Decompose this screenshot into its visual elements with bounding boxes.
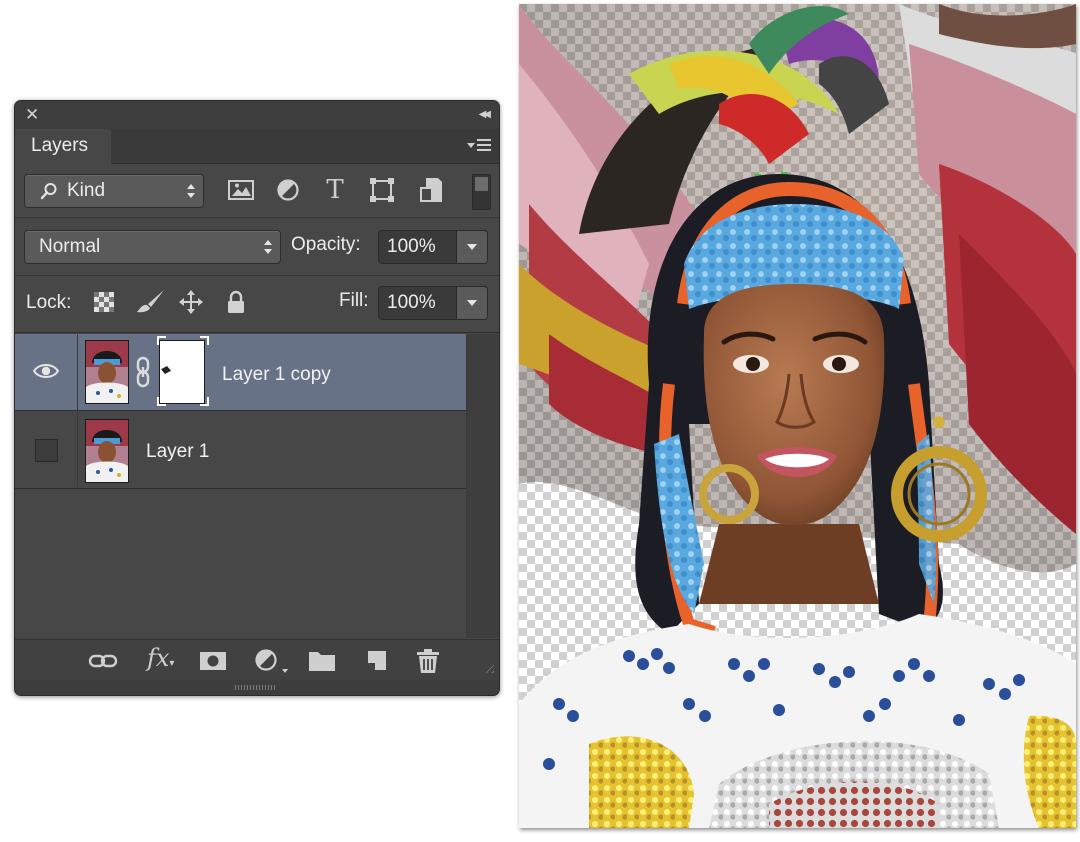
layer-list-scrollbar[interactable]: [466, 334, 499, 638]
link-layers-icon[interactable]: [88, 648, 118, 674]
panel-titlebar: ✕ ◀◀: [15, 101, 499, 129]
layers-panel: ✕ ◀◀ Layers Kind T Normal Opacity: 100% …: [14, 100, 500, 696]
opacity-input[interactable]: 100%: [378, 230, 457, 264]
fx-icon[interactable]: fx▾: [147, 644, 174, 672]
panel-tab-row: Layers: [15, 129, 499, 164]
panel-bottom-grip[interactable]: [15, 680, 499, 695]
type-filter-icon[interactable]: T: [320, 175, 350, 205]
image-filter-icon[interactable]: [226, 175, 256, 205]
lock-position-icon[interactable]: [178, 289, 204, 315]
panel-menu-icon[interactable]: [467, 137, 491, 155]
updown-arrows-icon: [264, 240, 272, 254]
lock-all-icon[interactable]: [223, 289, 249, 315]
portrait-photo: [519, 4, 1076, 828]
mask-link-icon[interactable]: [134, 356, 152, 388]
collapse-icon[interactable]: ◀◀: [479, 106, 492, 124]
fill-input[interactable]: 100%: [378, 286, 457, 320]
divider: [15, 217, 499, 218]
opacity-slider-button[interactable]: [456, 230, 488, 264]
close-icon[interactable]: ✕: [25, 105, 39, 125]
adjustment-filter-icon[interactable]: [273, 175, 303, 205]
eye-icon[interactable]: [32, 361, 60, 381]
lock-label: Lock:: [26, 292, 72, 313]
updown-arrows-icon: [187, 184, 195, 198]
lock-transparent-pixels-icon[interactable]: [91, 289, 117, 315]
layer-mask-thumbnail[interactable]: [157, 336, 209, 406]
layer-thumbnail[interactable]: [85, 419, 129, 483]
filter-kind-label: Kind: [67, 180, 106, 201]
delete-layer-icon[interactable]: [413, 648, 443, 674]
layer-name[interactable]: Layer 1 copy: [222, 363, 331, 387]
panel-footer: fx▾: [15, 639, 499, 680]
smart-object-filter-icon[interactable]: [417, 175, 447, 205]
visibility-toggle-empty[interactable]: [35, 439, 58, 462]
visibility-column: [15, 411, 78, 487]
fx-label: fx: [147, 644, 170, 672]
filter-kind-dropdown[interactable]: Kind: [24, 174, 204, 208]
shape-filter-icon[interactable]: [367, 175, 397, 205]
filter-toggle-switch[interactable]: [472, 174, 491, 210]
blend-mode-value: Normal: [39, 236, 101, 257]
layer-row[interactable]: Layer 1: [15, 411, 466, 487]
layer-thumbnail[interactable]: [85, 340, 129, 404]
fill-slider-button[interactable]: [456, 286, 488, 320]
canvas-image[interactable]: [519, 4, 1076, 828]
row-divider: [15, 488, 466, 489]
layer-row[interactable]: Layer 1 copy: [15, 334, 466, 410]
visibility-column: [15, 334, 78, 410]
opacity-label: Opacity:: [291, 234, 361, 255]
divider: [15, 275, 499, 276]
new-layer-icon[interactable]: [360, 648, 390, 674]
blend-mode-dropdown[interactable]: Normal: [24, 230, 281, 264]
search-icon: [40, 183, 57, 200]
divider: [15, 332, 499, 333]
fill-label: Fill:: [339, 290, 369, 311]
adjustment-layer-icon[interactable]: [253, 648, 289, 674]
new-group-icon[interactable]: [307, 648, 337, 674]
add-mask-icon[interactable]: [198, 648, 228, 674]
layer-list: Layer 1 copy Layer 1: [15, 334, 466, 638]
portrait-thumbnail-image: [86, 341, 128, 403]
portrait-thumbnail-image: [86, 420, 128, 482]
lock-image-pixels-icon[interactable]: [134, 289, 166, 315]
tab-layers[interactable]: Layers: [15, 129, 111, 164]
layer-name[interactable]: Layer 1: [146, 440, 209, 464]
